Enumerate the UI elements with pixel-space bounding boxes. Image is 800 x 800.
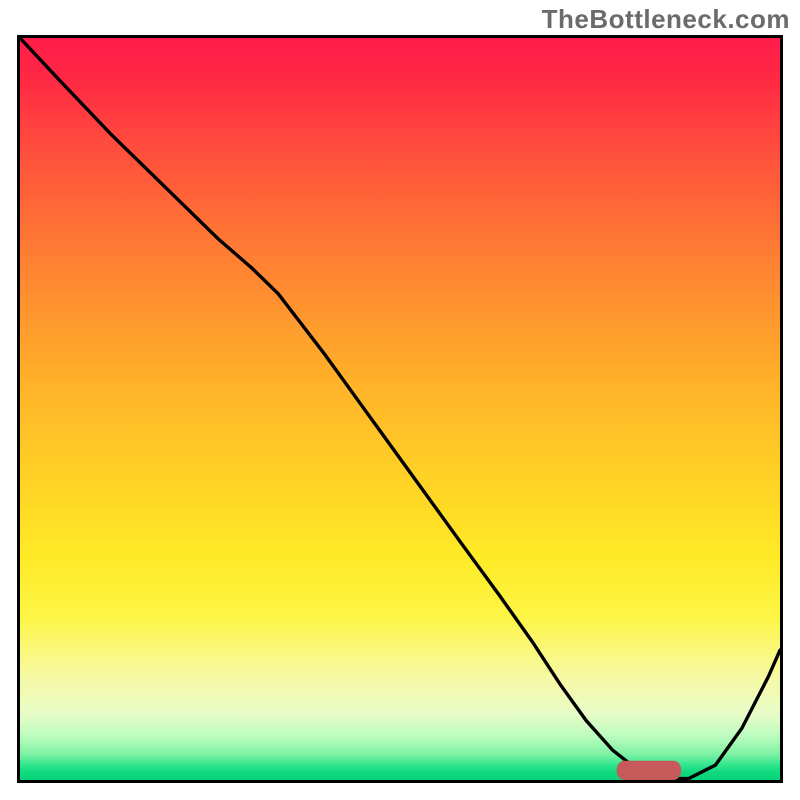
chart-overlay [20, 38, 780, 780]
optimal-range-marker [617, 761, 682, 780]
plot-area [17, 35, 783, 783]
watermark-text: TheBottleneck.com [542, 4, 790, 35]
chart-stage: TheBottleneck.com [0, 0, 800, 800]
bottleneck-curve [20, 38, 780, 779]
